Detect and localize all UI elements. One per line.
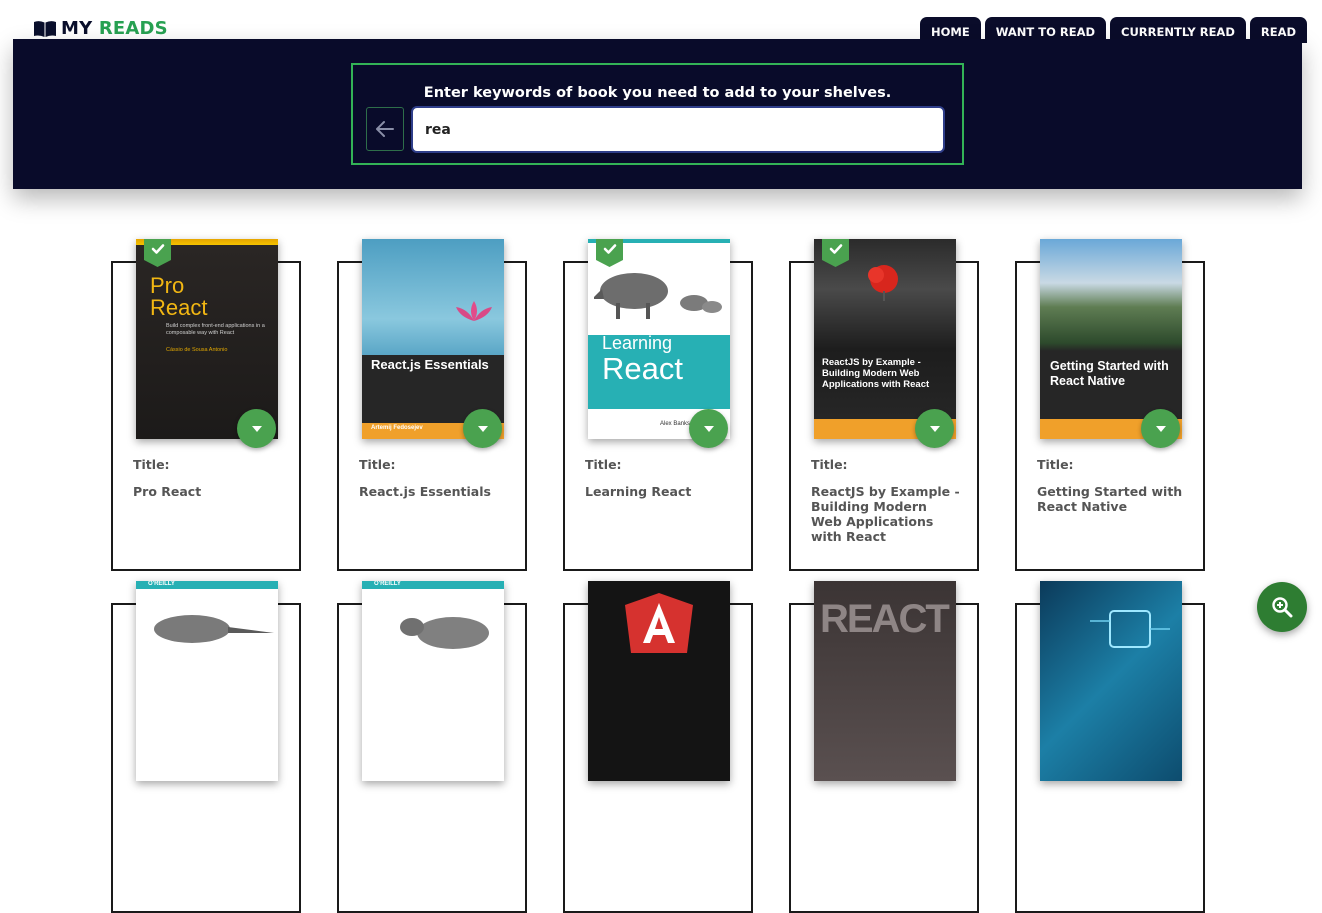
app-logo[interactable]: MY READS [33,18,168,39]
shelf-menu-button[interactable] [1141,409,1180,448]
animal-illustration [400,617,489,649]
shelf-menu-button[interactable] [463,409,502,448]
search-fab[interactable] [1257,582,1307,632]
poppy-illustration [868,265,898,301]
shelf-menu-button[interactable] [915,409,954,448]
title-label: Title: [133,457,170,472]
title-label: Title: [1037,457,1074,472]
cover-author: Alex Banks [660,421,691,427]
title-label: Title: [811,457,848,472]
book-title: React.js Essentials [359,484,491,499]
lotus-illustration [456,301,492,321]
cover-heading-line2: React [602,351,683,386]
check-icon [829,244,842,254]
book-card: ReactJS by Example - Building Modern Web… [789,239,979,571]
on-shelf-check [144,239,171,267]
search-panel: Enter keywords of book you need to add t… [13,39,1302,189]
check-icon [603,244,616,254]
book-title: Pro React [133,484,202,499]
book-cover[interactable] [1040,581,1182,781]
cover-author: Artemij Fedosejev [371,425,423,431]
book-icon [34,20,56,37]
cover-publisher: O'REILLY [374,581,401,587]
caret-down-icon [477,425,488,432]
cover-subtitle: Build complex front-end applications in … [166,323,265,336]
logo-text-my: MY [61,18,93,39]
book-title: ReactJS by Example - Building Modern Web… [811,484,960,544]
book-card: React.js Essentials Artemij Fedosejev Ti… [337,239,527,571]
shelf-menu-button[interactable] [237,409,276,448]
cover-heading: React.js Essentials [371,357,489,372]
title-label: Title: [359,457,396,472]
cover-author: Cássio de Sousa Antonio [166,347,228,353]
book-title: Getting Started with React Native [1037,484,1183,514]
boar-illustration [594,273,722,319]
book-card [1015,581,1205,913]
cover-title-line1: Pro [150,273,185,298]
book-cover[interactable]: O'REILLY [136,581,278,781]
search-box: Enter keywords of book you need to add t… [351,63,964,165]
shelf-menu-button[interactable] [689,409,728,448]
circuit-illustration [1090,610,1170,648]
cover-title-line2: React [150,295,208,320]
caret-down-icon [703,425,714,432]
cover-heading: ReactJS by Example - Building Modern Web… [822,357,930,390]
book-title: Learning React [585,484,692,499]
title-label: Title: [585,457,622,472]
on-shelf-check [822,239,849,267]
caret-down-icon [1155,425,1166,432]
book-card [563,581,753,913]
cover-heading: Getting Started with React Native [1050,359,1169,388]
book-card: O'REILLY [111,581,301,913]
caret-down-icon [251,425,262,432]
book-cover[interactable]: REACT [814,581,956,781]
arrow-left-icon [376,121,394,137]
bird-illustration [154,615,274,643]
book-cover[interactable]: O'REILLY [362,581,504,781]
cover-publisher: O'REILLY [148,581,175,587]
book-card: Pro React Build complex front-end applic… [111,239,301,571]
book-card: Learning React Alex Banks Title: Learnin… [563,239,753,571]
logo-text-reads: READS [98,18,168,39]
back-button[interactable] [366,107,404,151]
search-input[interactable] [411,106,945,153]
check-icon [151,244,164,254]
book-card: REACT [789,581,979,913]
book-card: Getting Started with React Native Title:… [1015,239,1205,571]
cover-heading-line1: Learning [602,333,673,353]
caret-down-icon [929,425,940,432]
book-cover[interactable] [588,581,730,781]
cover-heading: REACT [820,597,950,641]
zoom-in-icon [1272,597,1293,618]
angular-logo-icon [625,593,693,653]
search-title: Enter keywords of book you need to add t… [423,85,892,101]
book-card: O'REILLY [337,581,527,913]
